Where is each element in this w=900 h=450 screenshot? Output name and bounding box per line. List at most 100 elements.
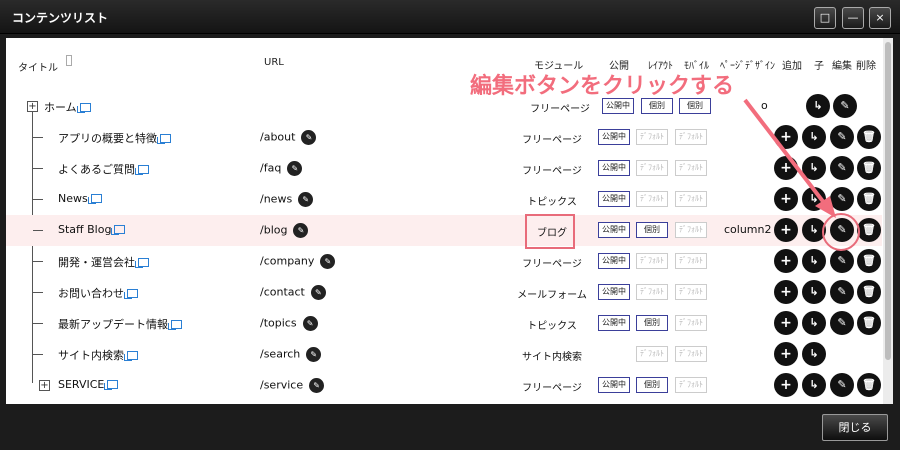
edit-url-icon[interactable]: ✎	[309, 378, 325, 393]
edit-url-icon[interactable]: ✎	[298, 192, 314, 207]
row-title[interactable]: Staff Blog	[58, 223, 126, 236]
add-child-button[interactable]: ↳	[802, 125, 826, 149]
edit-url-icon[interactable]: ✎	[287, 161, 303, 176]
layout-tag[interactable]: ﾃﾞﾌｫﾙﾄ	[636, 129, 668, 145]
add-button[interactable]: +	[774, 280, 798, 304]
open-window-icon[interactable]	[168, 320, 182, 330]
layout-tag[interactable]: 個別	[641, 98, 673, 114]
row-title[interactable]: アプリの概要と特徴	[58, 130, 171, 146]
mobile-tag[interactable]: ﾃﾞﾌｫﾙﾄ	[675, 377, 707, 393]
edit-url-icon[interactable]: ✎	[301, 130, 317, 145]
row-title[interactable]: News	[58, 192, 102, 205]
add-child-button[interactable]: ↳	[802, 156, 826, 180]
publish-tag[interactable]: 公開中	[598, 129, 630, 145]
add-button[interactable]: +	[774, 125, 798, 149]
mobile-tag[interactable]: ﾃﾞﾌｫﾙﾄ	[675, 253, 707, 269]
layout-tag[interactable]: 個別	[636, 315, 668, 331]
add-button[interactable]: +	[774, 311, 798, 335]
open-window-icon[interactable]	[111, 225, 126, 235]
edit-button[interactable]: ✎	[830, 187, 854, 211]
row-title[interactable]: よくあるご質問	[58, 161, 149, 177]
edit-button[interactable]: ✎	[830, 125, 854, 149]
row-title[interactable]: お問い合わせ	[58, 285, 138, 301]
delete-button[interactable]: 🗑	[857, 218, 881, 242]
add-button[interactable]: +	[774, 249, 798, 273]
open-window-icon[interactable]	[135, 165, 149, 175]
layout-tag[interactable]: ﾃﾞﾌｫﾙﾄ	[636, 191, 668, 207]
mobile-tag[interactable]: ﾃﾞﾌｫﾙﾄ	[675, 284, 707, 300]
publish-tag[interactable]: 公開中	[598, 222, 630, 238]
open-window-icon[interactable]	[124, 351, 138, 361]
row-title[interactable]: SERVICE	[58, 378, 119, 391]
row-title[interactable]: サイト内検索	[58, 347, 138, 363]
add-button[interactable]: +	[774, 342, 798, 366]
add-child-button[interactable]: ↳	[802, 373, 826, 397]
layout-tag[interactable]: ﾃﾞﾌｫﾙﾄ	[636, 160, 668, 176]
add-child-button[interactable]: ↳	[802, 342, 826, 366]
edit-url-icon[interactable]: ✎	[302, 316, 318, 331]
publish-tag[interactable]: 公開中	[598, 253, 630, 269]
edit-url-icon[interactable]: ✎	[310, 285, 326, 300]
layout-tag[interactable]: ﾃﾞﾌｫﾙﾄ	[636, 284, 668, 300]
delete-button[interactable]: 🗑	[857, 373, 881, 397]
mobile-tag[interactable]: ﾃﾞﾌｫﾙﾄ	[675, 160, 707, 176]
row-title[interactable]: 最新アップデート情報	[58, 316, 182, 332]
add-child-button[interactable]: ↳	[802, 249, 826, 273]
open-window-icon[interactable]	[87, 194, 102, 204]
close-button[interactable]: 閉じる	[822, 414, 888, 441]
publish-tag[interactable]: 公開中	[598, 160, 630, 176]
edit-url-icon[interactable]: ✎	[320, 254, 336, 269]
edit-url-icon[interactable]: ✎	[293, 223, 309, 238]
minimize-button[interactable]: —	[842, 7, 864, 29]
add-child-button[interactable]: ↳	[802, 311, 826, 335]
open-window-icon[interactable]	[157, 134, 171, 144]
row-title[interactable]: 開発・運営会社	[58, 254, 149, 270]
expand-icon[interactable]: +	[39, 380, 50, 391]
mobile-tag[interactable]: ﾃﾞﾌｫﾙﾄ	[675, 129, 707, 145]
edit-button[interactable]: ✎	[830, 311, 854, 335]
layout-tag[interactable]: ﾃﾞﾌｫﾙﾄ	[636, 346, 668, 362]
scrollbar-thumb[interactable]	[885, 42, 891, 360]
add-button[interactable]: +	[774, 373, 798, 397]
add-child-button[interactable]: ↳	[802, 187, 826, 211]
layout-tag[interactable]: 個別	[636, 377, 668, 393]
mobile-tag[interactable]: ﾃﾞﾌｫﾙﾄ	[675, 191, 707, 207]
add-button[interactable]: +	[774, 218, 798, 242]
edit-url-icon[interactable]: ✎	[306, 347, 322, 362]
publish-tag[interactable]: 公開中	[598, 191, 630, 207]
layout-tag[interactable]: 個別	[636, 222, 668, 238]
mobile-tag[interactable]: 個別	[679, 98, 711, 114]
publish-tag[interactable]: 公開中	[598, 284, 630, 300]
layout-tag[interactable]: ﾃﾞﾌｫﾙﾄ	[636, 253, 668, 269]
open-window-icon[interactable]	[76, 103, 91, 113]
edit-button[interactable]: ✎	[830, 249, 854, 273]
mobile-tag[interactable]: ﾃﾞﾌｫﾙﾄ	[675, 315, 707, 331]
mobile-tag[interactable]: ﾃﾞﾌｫﾙﾄ	[675, 346, 707, 362]
publish-tag[interactable]: 公開中	[598, 315, 630, 331]
expand-icon[interactable]: +	[27, 101, 38, 112]
publish-tag[interactable]: 公開中	[598, 377, 630, 393]
edit-button[interactable]: ✎	[830, 156, 854, 180]
add-child-button[interactable]: ↳	[806, 94, 830, 118]
add-button[interactable]: +	[774, 187, 798, 211]
add-button[interactable]: +	[774, 156, 798, 180]
delete-button[interactable]: 🗑	[857, 249, 881, 273]
mobile-tag[interactable]: ﾃﾞﾌｫﾙﾄ	[675, 222, 707, 238]
edit-button[interactable]: ✎	[833, 94, 857, 118]
delete-button[interactable]: 🗑	[857, 187, 881, 211]
edit-button[interactable]: ✎	[830, 280, 854, 304]
delete-button[interactable]: 🗑	[857, 311, 881, 335]
column-resize-handle[interactable]	[66, 55, 72, 66]
delete-button[interactable]: 🗑	[857, 156, 881, 180]
open-window-icon[interactable]	[135, 258, 149, 268]
close-window-button[interactable]: ×	[869, 7, 891, 29]
row-title[interactable]: ホーム	[44, 99, 91, 115]
open-window-icon[interactable]	[104, 380, 119, 390]
open-window-icon[interactable]	[124, 289, 138, 299]
add-child-button[interactable]: ↳	[802, 280, 826, 304]
delete-button[interactable]: 🗑	[857, 125, 881, 149]
maximize-button[interactable]: □	[814, 7, 836, 29]
publish-tag[interactable]: 公開中	[602, 98, 634, 114]
delete-button[interactable]: 🗑	[857, 280, 881, 304]
edit-button[interactable]: ✎	[830, 373, 854, 397]
